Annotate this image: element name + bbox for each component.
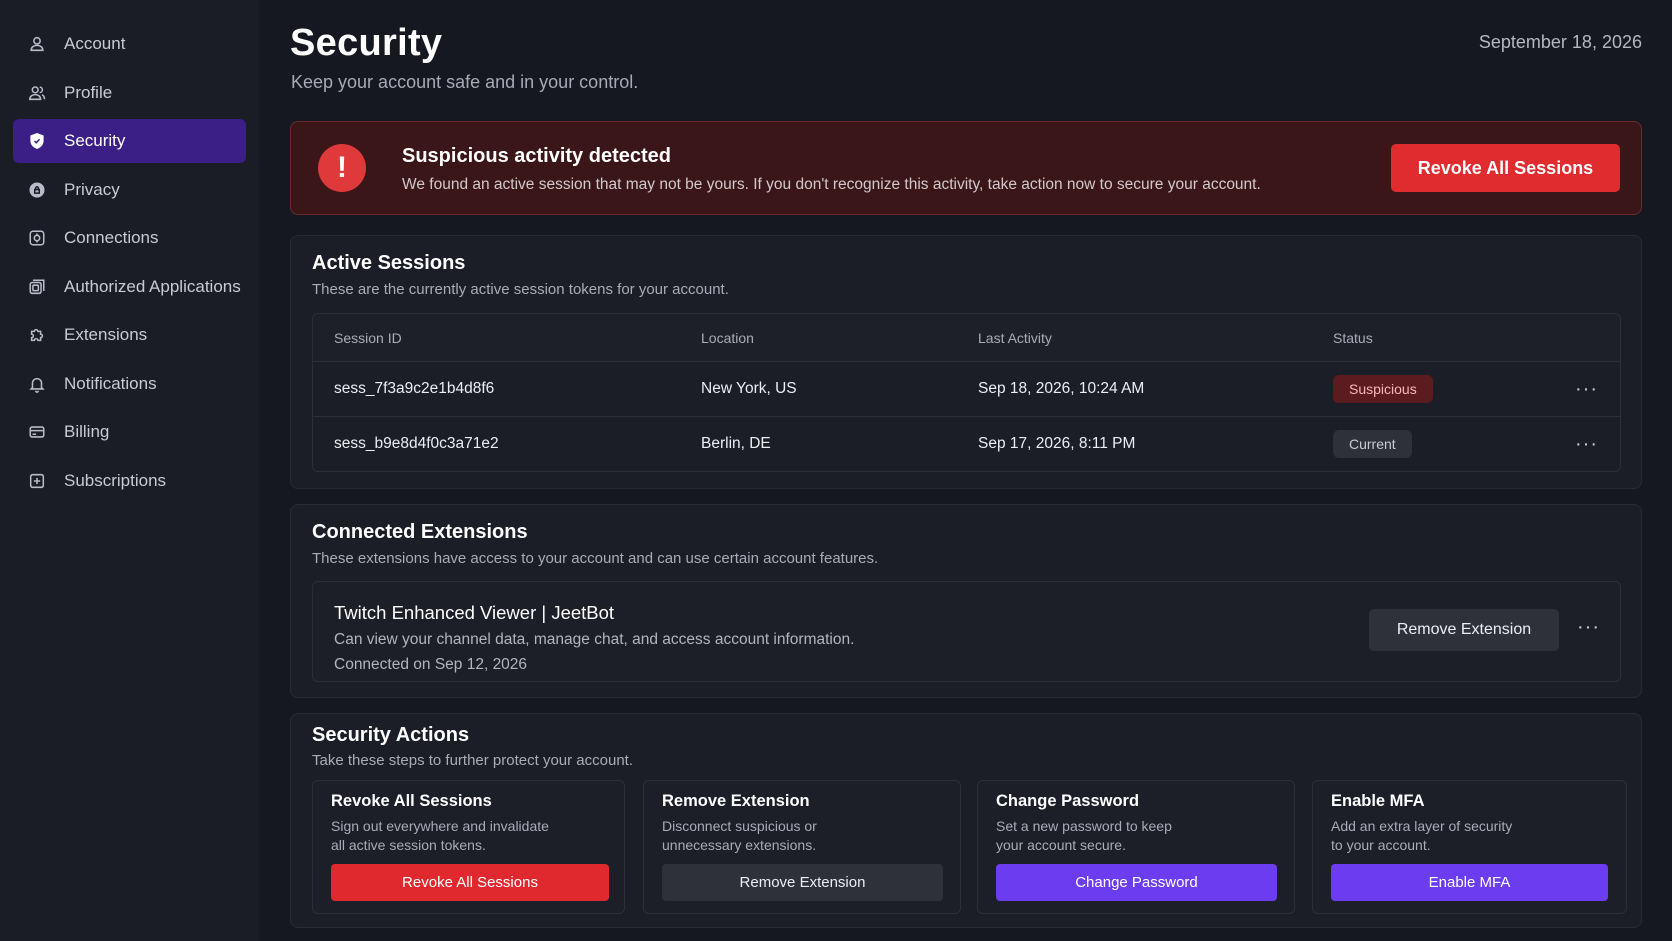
section-subtitle: Take these steps to further protect your… — [312, 752, 634, 769]
subscription-icon — [27, 471, 47, 491]
sidebar-item-billing[interactable]: Billing — [13, 410, 246, 454]
sidebar: Account Profile Security Privacy Connect… — [0, 0, 259, 941]
sessions-table: Session ID Location Last Activity Status… — [312, 313, 1621, 472]
extension-connected-date: Connected on Sep 12, 2026 — [334, 656, 528, 673]
section-title: Connected Extensions — [312, 521, 528, 543]
alert-text: We found an active session that may not … — [402, 176, 1261, 193]
sidebar-item-account[interactable]: Account — [13, 22, 246, 66]
suspicious-activity-alert: ! Suspicious activity detected We found … — [290, 121, 1642, 215]
action-title: Revoke All Sessions — [331, 792, 492, 810]
action-card-change-password: Change Password Set a new password to ke… — [977, 780, 1295, 914]
extension-more-options-icon[interactable]: ··· — [1577, 616, 1600, 639]
alert-icon: ! — [318, 144, 366, 192]
sidebar-item-label: Authorized Applications — [64, 276, 241, 296]
sidebar-item-label: Billing — [64, 422, 110, 441]
privacy-icon — [27, 180, 47, 200]
apps-icon — [27, 277, 47, 297]
page-subtitle: Keep your account safe and in your contr… — [291, 72, 639, 92]
sidebar-item-label: Subscriptions — [64, 470, 167, 490]
table-header-row: Session ID Location Last Activity Status — [313, 314, 1620, 361]
section-subtitle: These are the currently active session t… — [312, 281, 729, 298]
session-id: sess_b9e8d4f0c3a71e2 — [334, 435, 499, 452]
action-description: Set a new password to keep your account s… — [996, 818, 1172, 853]
action-description: Sign out everywhere and invalidate all ac… — [331, 818, 549, 853]
session-last-activity: Sep 18, 2026, 10:24 AM — [978, 380, 1145, 397]
sidebar-item-notifications[interactable]: Notifications — [13, 362, 246, 406]
action-card-revoke-sessions: Revoke All Sessions Sign out everywhere … — [312, 780, 625, 914]
sidebar-item-extensions[interactable]: Extensions — [13, 313, 246, 357]
action-card-remove-extension: Remove Extension Disconnect suspicious o… — [643, 780, 961, 914]
sidebar-item-security[interactable]: Security — [13, 119, 246, 163]
extension-description: Can view your channel data, manage chat,… — [334, 631, 855, 648]
active-sessions-card: Active Sessions These are the currently … — [290, 235, 1642, 489]
row-more-options-icon[interactable]: ··· — [1575, 417, 1598, 471]
puzzle-icon — [27, 325, 47, 345]
table-row: sess_7f3a9c2e1b4d8f6 New York, US Sep 18… — [313, 361, 1620, 416]
bell-icon — [27, 374, 47, 394]
sidebar-item-profile[interactable]: Profile — [13, 71, 246, 115]
sidebar-item-privacy[interactable]: Privacy — [13, 168, 246, 212]
enable-mfa-button[interactable]: Enable MFA — [1331, 864, 1608, 901]
connected-extensions-card: Connected Extensions These extensions ha… — [290, 504, 1642, 698]
column-header-status: Status — [1333, 329, 1373, 346]
security-actions-card: Security Actions Take these steps to fur… — [290, 713, 1642, 928]
sidebar-item-label: Connections — [64, 228, 159, 247]
section-subtitle: These extensions have access to your acc… — [312, 550, 879, 567]
session-id: sess_7f3a9c2e1b4d8f6 — [334, 380, 495, 397]
remove-extension-button[interactable]: Remove Extension — [1369, 609, 1559, 651]
connections-icon — [27, 228, 47, 248]
revoke-all-sessions-action-button[interactable]: Revoke All Sessions — [331, 864, 609, 901]
section-title: Active Sessions — [312, 252, 466, 274]
status-badge: Current — [1333, 430, 1412, 458]
card-icon — [27, 422, 47, 442]
sidebar-item-label: Notifications — [64, 373, 157, 393]
change-password-button[interactable]: Change Password — [996, 864, 1277, 901]
row-more-options-icon[interactable]: ··· — [1575, 362, 1598, 416]
session-location: New York, US — [701, 380, 797, 397]
extension-item: Twitch Enhanced Viewer | JeetBot Can vie… — [312, 581, 1621, 682]
sidebar-item-label: Security — [64, 131, 126, 150]
action-title: Change Password — [996, 792, 1140, 810]
extension-name: Twitch Enhanced Viewer | JeetBot — [334, 602, 615, 623]
table-row: sess_b9e8d4f0c3a71e2 Berlin, DE Sep 17, … — [313, 416, 1620, 471]
sidebar-item-label: Account — [64, 34, 126, 53]
remove-extension-action-button[interactable]: Remove Extension — [662, 864, 943, 901]
sidebar-item-label: Profile — [64, 82, 113, 102]
action-title: Remove Extension — [662, 792, 810, 810]
action-description: Add an extra layer of security to your ac… — [1331, 818, 1513, 853]
alert-title: Suspicious activity detected — [402, 145, 671, 167]
session-last-activity: Sep 17, 2026, 8:11 PM — [978, 435, 1136, 452]
users-icon — [27, 83, 47, 103]
column-header-session-id: Session ID — [334, 329, 402, 346]
action-title: Enable MFA — [1331, 792, 1425, 810]
column-header-last-activity: Last Activity — [978, 329, 1052, 346]
status-badge: Suspicious — [1333, 375, 1433, 403]
action-description: Disconnect suspicious or unnecessary exte… — [662, 818, 817, 853]
sidebar-item-connections[interactable]: Connections — [13, 216, 246, 260]
sidebar-item-authorized-applications[interactable]: Authorized Applications — [13, 265, 246, 309]
page-title: Security — [290, 22, 443, 64]
sidebar-item-subscriptions[interactable]: Subscriptions — [13, 459, 246, 503]
session-location: Berlin, DE — [701, 435, 771, 452]
column-header-location: Location — [701, 329, 754, 346]
section-title: Security Actions — [312, 724, 470, 746]
user-icon — [27, 34, 47, 54]
shield-icon — [27, 131, 47, 151]
sidebar-item-label: Privacy — [64, 179, 120, 199]
revoke-all-sessions-button[interactable]: Revoke All Sessions — [1391, 144, 1620, 192]
action-card-enable-mfa: Enable MFA Add an extra layer of securit… — [1312, 780, 1627, 914]
current-date: September 18, 2026 — [1478, 32, 1642, 52]
sidebar-item-label: Extensions — [64, 325, 148, 344]
